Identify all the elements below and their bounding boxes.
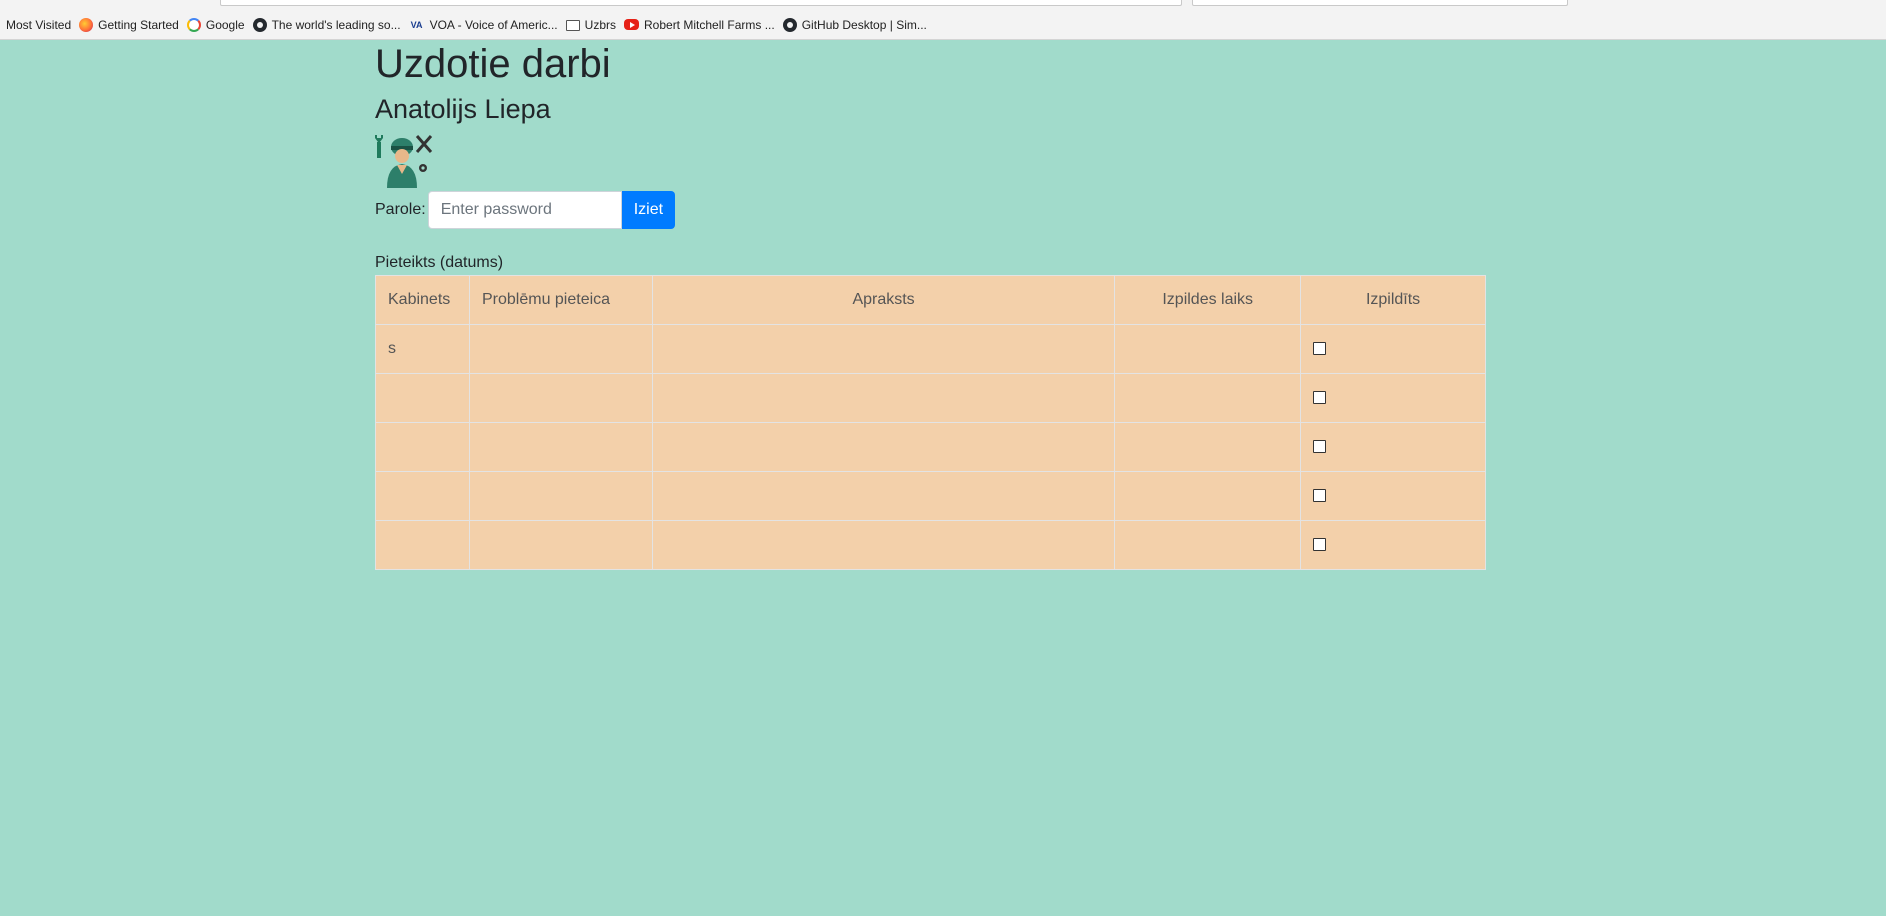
cell-izpildes-laiks — [1114, 471, 1302, 521]
password-label: Parole: — [375, 201, 426, 218]
cell-izpildits — [1300, 422, 1486, 472]
done-checkbox[interactable] — [1313, 489, 1327, 503]
voa-icon: VA — [410, 19, 423, 30]
bookmark-folder-uzbrs[interactable]: Uzbrs — [562, 14, 620, 36]
mechanic-avatar-icon — [375, 134, 439, 190]
table-header-row: Kabinets Problēmu pieteica Apraksts Izpi… — [375, 275, 1486, 325]
bookmark-most-visited[interactable]: Most Visited — [2, 14, 75, 36]
cell-kabinets — [375, 422, 470, 472]
column-header-izpildits: Izpildīts — [1300, 275, 1486, 325]
github-icon — [782, 17, 797, 32]
cell-izpildits — [1300, 373, 1486, 423]
cell-izpildits — [1300, 520, 1486, 570]
column-header-izpildes-laiks: Izpildes laiks — [1114, 275, 1302, 325]
done-checkbox[interactable] — [1313, 538, 1327, 552]
table-row — [375, 520, 1486, 570]
cell-izpildes-laiks — [1114, 324, 1302, 374]
address-bar[interactable] — [220, 0, 1182, 6]
bookmark-label: The world's leading so... — [271, 17, 401, 32]
bookmark-label: Robert Mitchell Farms ... — [644, 17, 775, 32]
bookmark-youtube[interactable]: Robert Mitchell Farms ... — [620, 14, 779, 36]
page-title: Uzdotie darbi — [375, 42, 611, 86]
bookmark-label: Getting Started — [98, 17, 179, 32]
column-header-apraksts: Apraksts — [651, 275, 1116, 325]
bookmark-label: VOA - Voice of Americ... — [429, 17, 558, 32]
bookmark-github[interactable]: The world's leading so... — [249, 14, 405, 36]
cell-kabinets — [375, 520, 470, 570]
youtube-icon — [624, 19, 639, 30]
cell-pieteica — [468, 520, 653, 570]
cell-izpildes-laiks — [1114, 422, 1302, 472]
cell-izpildes-laiks — [1114, 520, 1302, 570]
cell-apraksts — [651, 324, 1116, 374]
bookmarks-bar: Most Visited Getting Started Google The … — [0, 10, 1886, 40]
cell-izpildes-laiks — [1114, 373, 1302, 423]
bookmark-getting-started[interactable]: Getting Started — [75, 14, 183, 36]
bookmark-voa[interactable]: VA VOA - Voice of Americ... — [405, 14, 562, 36]
cell-pieteica — [468, 373, 653, 423]
logout-button[interactable]: Iziet — [621, 191, 676, 229]
cell-kabinets — [375, 471, 470, 521]
column-header-kabinets: Kabinets — [375, 275, 470, 325]
browser-toolbar — [0, 0, 1886, 10]
cell-izpildits — [1300, 471, 1486, 521]
folder-icon — [565, 20, 580, 31]
bookmark-label: GitHub Desktop | Sim... — [801, 17, 927, 32]
main-content: Uzdotie darbi Anatolijs Liepa Parole: Iz… — [375, 40, 1486, 570]
google-icon — [186, 17, 201, 32]
done-checkbox[interactable] — [1313, 391, 1327, 405]
user-name: Anatolijs Liepa — [375, 94, 551, 124]
browser-search-bar[interactable] — [1192, 0, 1568, 6]
cell-pieteica — [468, 324, 653, 374]
bookmark-label: Google — [205, 17, 245, 32]
cell-pieteica — [468, 471, 653, 521]
cell-apraksts — [651, 373, 1116, 423]
column-header-pieteica: Problēmu pieteica — [468, 275, 653, 325]
firefox-icon — [79, 17, 94, 32]
cell-pieteica — [468, 422, 653, 472]
table-row — [375, 373, 1486, 423]
table-row: s — [375, 324, 1486, 374]
done-checkbox[interactable] — [1313, 342, 1327, 356]
section-label: Pieteikts (datums) — [375, 254, 504, 271]
bookmark-label: Uzbrs — [584, 17, 616, 32]
bookmark-google[interactable]: Google — [183, 14, 249, 36]
table-row — [375, 422, 1486, 472]
bookmark-github-desktop[interactable]: GitHub Desktop | Sim... — [779, 14, 931, 36]
password-input[interactable] — [427, 191, 622, 229]
cell-apraksts — [651, 471, 1116, 521]
bookmark-label: Most Visited — [6, 17, 72, 32]
cell-kabinets — [375, 373, 470, 423]
github-icon — [252, 17, 267, 32]
password-row: Parole: Iziet — [375, 191, 1486, 229]
table-row — [375, 471, 1486, 521]
cell-apraksts — [651, 422, 1116, 472]
cell-kabinets: s — [375, 324, 470, 374]
done-checkbox[interactable] — [1313, 440, 1327, 454]
jobs-table: Kabinets Problēmu pieteica Apraksts Izpi… — [375, 275, 1486, 570]
cell-apraksts — [651, 520, 1116, 570]
cell-izpildits — [1300, 324, 1486, 374]
